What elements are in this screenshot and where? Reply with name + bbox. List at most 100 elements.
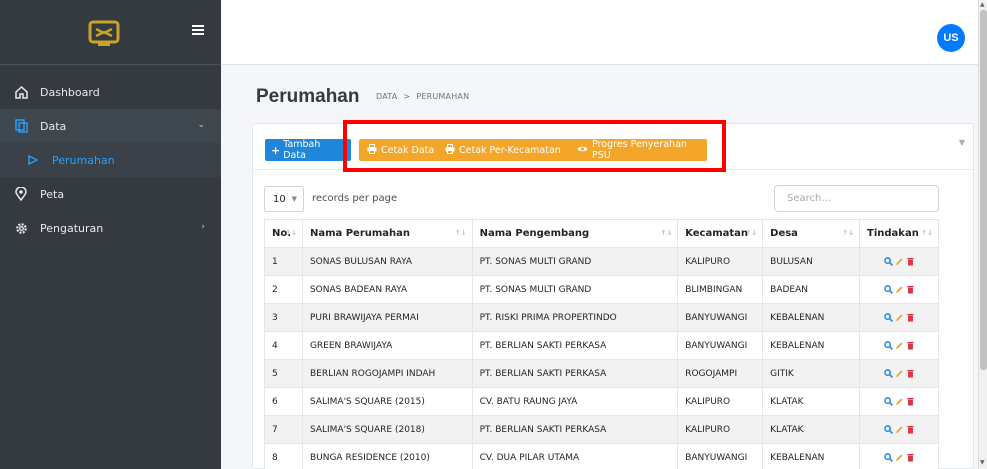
column-header-nama-pengembang[interactable]: Nama Pengembang ↑↓ bbox=[471, 219, 679, 248]
view-icon[interactable] bbox=[883, 368, 893, 378]
column-header-nama-perumahan[interactable]: Nama Perumahan ↑↓ bbox=[301, 219, 473, 248]
sort-icon: ↑↓ bbox=[842, 229, 855, 237]
table-cell: BUNGA RESIDENCE (2010) bbox=[301, 443, 473, 469]
view-icon[interactable] bbox=[883, 396, 893, 406]
sort-icon: ↑↓ bbox=[921, 229, 933, 237]
edit-icon[interactable] bbox=[895, 285, 904, 294]
sidebar-item-perumahan[interactable]: Perumahan bbox=[0, 143, 221, 177]
highlight-box bbox=[343, 120, 726, 172]
scroll-up-icon[interactable]: ▲ bbox=[980, 1, 985, 9]
chevron-down-icon: ⌄ bbox=[197, 120, 205, 130]
table-cell: GITIK bbox=[762, 359, 861, 388]
table-cell: PT. SONAS MULTI GRAND bbox=[471, 275, 679, 304]
table-cell: KEBALENAN bbox=[762, 443, 861, 469]
column-header-tindakan[interactable]: Tindakan ↑↓ bbox=[859, 219, 939, 248]
column-header-no[interactable]: No. ↑↓ bbox=[264, 219, 303, 248]
table-cell: BANYUWANGI bbox=[677, 443, 764, 469]
delete-icon[interactable] bbox=[906, 285, 915, 294]
column-header-kecamatan[interactable]: Kecamatan ↑↓ bbox=[677, 219, 764, 248]
actions-cell bbox=[859, 415, 939, 444]
edit-icon[interactable] bbox=[895, 341, 904, 350]
column-header-desa[interactable]: Desa ↑↓ bbox=[762, 219, 861, 248]
table-cell: SALIMA'S SQUARE (2018) bbox=[301, 415, 473, 444]
sidebar-item-label: Perumahan bbox=[52, 153, 115, 167]
view-icon[interactable] bbox=[883, 452, 893, 462]
sidebar-item-label: Pengaturan bbox=[40, 221, 104, 235]
map-pin-icon bbox=[14, 187, 28, 201]
actions-cell bbox=[859, 275, 939, 304]
edit-icon[interactable] bbox=[895, 425, 904, 434]
table-cell: ROGOJAMPI bbox=[677, 359, 764, 388]
collapse-card-icon[interactable]: ▼ bbox=[959, 138, 965, 147]
page-scrollbar[interactable]: ▲ ▼ bbox=[978, 0, 987, 469]
chevron-down-icon: ▼ bbox=[291, 195, 297, 203]
table-cell: 7 bbox=[264, 415, 303, 444]
sort-icon: ↑↓ bbox=[660, 229, 673, 237]
actions-cell bbox=[859, 303, 939, 332]
table-cell: BADEAN bbox=[762, 275, 861, 304]
table-cell: SONAS BADEAN RAYA bbox=[301, 275, 473, 304]
menu-toggle-icon[interactable] bbox=[192, 25, 204, 36]
page-length-select[interactable]: 10 ▼ bbox=[264, 186, 304, 212]
sidebar-item-pengaturan[interactable]: Pengaturan › bbox=[0, 211, 221, 245]
edit-icon[interactable] bbox=[895, 397, 904, 406]
perumahan-table: No. ↑↓ Nama Perumahan ↑↓ Nama Pengembang ↑↓… bbox=[264, 219, 939, 469]
table-cell: 8 bbox=[264, 443, 303, 469]
sidebar-item-dashboard[interactable]: Dashboard bbox=[0, 75, 221, 109]
table-cell: BANYUWANGI bbox=[677, 303, 764, 332]
scroll-down-icon[interactable]: ▼ bbox=[980, 459, 985, 467]
table-cell: CV. BATU RAUNG JAYA bbox=[471, 387, 679, 416]
table-cell: 1 bbox=[264, 247, 303, 276]
chevron-right-icon: › bbox=[201, 222, 205, 232]
table-cell: PT. BERLIAN SAKTI PERKASA bbox=[471, 331, 679, 360]
actions-cell bbox=[859, 443, 939, 469]
add-data-button[interactable]: + Tambah Data bbox=[265, 139, 351, 161]
delete-icon[interactable] bbox=[906, 425, 915, 434]
home-icon bbox=[14, 85, 28, 99]
sidebar-item-label: Dashboard bbox=[40, 85, 100, 99]
table-cell: PT. SONAS MULTI GRAND bbox=[471, 247, 679, 276]
scrollbar-thumb[interactable] bbox=[980, 10, 987, 370]
view-icon[interactable] bbox=[883, 312, 893, 322]
delete-icon[interactable] bbox=[906, 257, 915, 266]
database-icon bbox=[14, 119, 28, 133]
chevron-right-icon: > bbox=[403, 92, 411, 101]
actions-cell bbox=[859, 359, 939, 388]
edit-icon[interactable] bbox=[895, 257, 904, 266]
table-cell: GREEN BRAWIJAYA bbox=[301, 331, 473, 360]
actions-cell bbox=[859, 387, 939, 416]
sort-icon: ↑↓ bbox=[745, 229, 758, 237]
table-cell: KEBALENAN bbox=[762, 303, 861, 332]
view-icon[interactable] bbox=[883, 284, 893, 294]
delete-icon[interactable] bbox=[906, 369, 915, 378]
breadcrumb-item-data[interactable]: DATA bbox=[376, 92, 397, 101]
table-cell: KEBALENAN bbox=[762, 331, 861, 360]
view-icon[interactable] bbox=[883, 424, 893, 434]
delete-icon[interactable] bbox=[906, 453, 915, 462]
table-cell: KALIPURO bbox=[677, 387, 764, 416]
table-cell: CV. DUA PILAR UTAMA bbox=[471, 443, 679, 469]
sort-icon: ↑↓ bbox=[285, 229, 297, 237]
breadcrumb: DATA > PERUMAHAN bbox=[376, 92, 469, 101]
edit-icon[interactable] bbox=[895, 453, 904, 462]
view-icon[interactable] bbox=[883, 340, 893, 350]
user-avatar[interactable]: US bbox=[937, 24, 965, 52]
actions-cell bbox=[859, 331, 939, 360]
table-row: 7 SALIMA'S SQUARE (2018) PT. BERLIAN SAKTI… bbox=[264, 415, 939, 444]
circle-icon bbox=[26, 153, 40, 167]
table-cell: 5 bbox=[264, 359, 303, 388]
delete-icon[interactable] bbox=[906, 341, 915, 350]
delete-icon[interactable] bbox=[906, 397, 915, 406]
table-row: 3 PURI BRAWIJAYA PERMAI PT. RISKI PRIMA PR… bbox=[264, 303, 939, 332]
edit-icon[interactable] bbox=[895, 369, 904, 378]
logo-icon bbox=[88, 20, 120, 46]
table-cell: 6 bbox=[264, 387, 303, 416]
delete-icon[interactable] bbox=[906, 313, 915, 322]
breadcrumb-item-perumahan: PERUMAHAN bbox=[416, 92, 470, 101]
sidebar-item-data[interactable]: Data ⌄ bbox=[0, 109, 221, 143]
table-cell: 3 bbox=[264, 303, 303, 332]
edit-icon[interactable] bbox=[895, 313, 904, 322]
view-icon[interactable] bbox=[883, 256, 893, 266]
sidebar-item-peta[interactable]: Peta bbox=[0, 177, 221, 211]
search-input[interactable]: Search... bbox=[774, 185, 939, 212]
